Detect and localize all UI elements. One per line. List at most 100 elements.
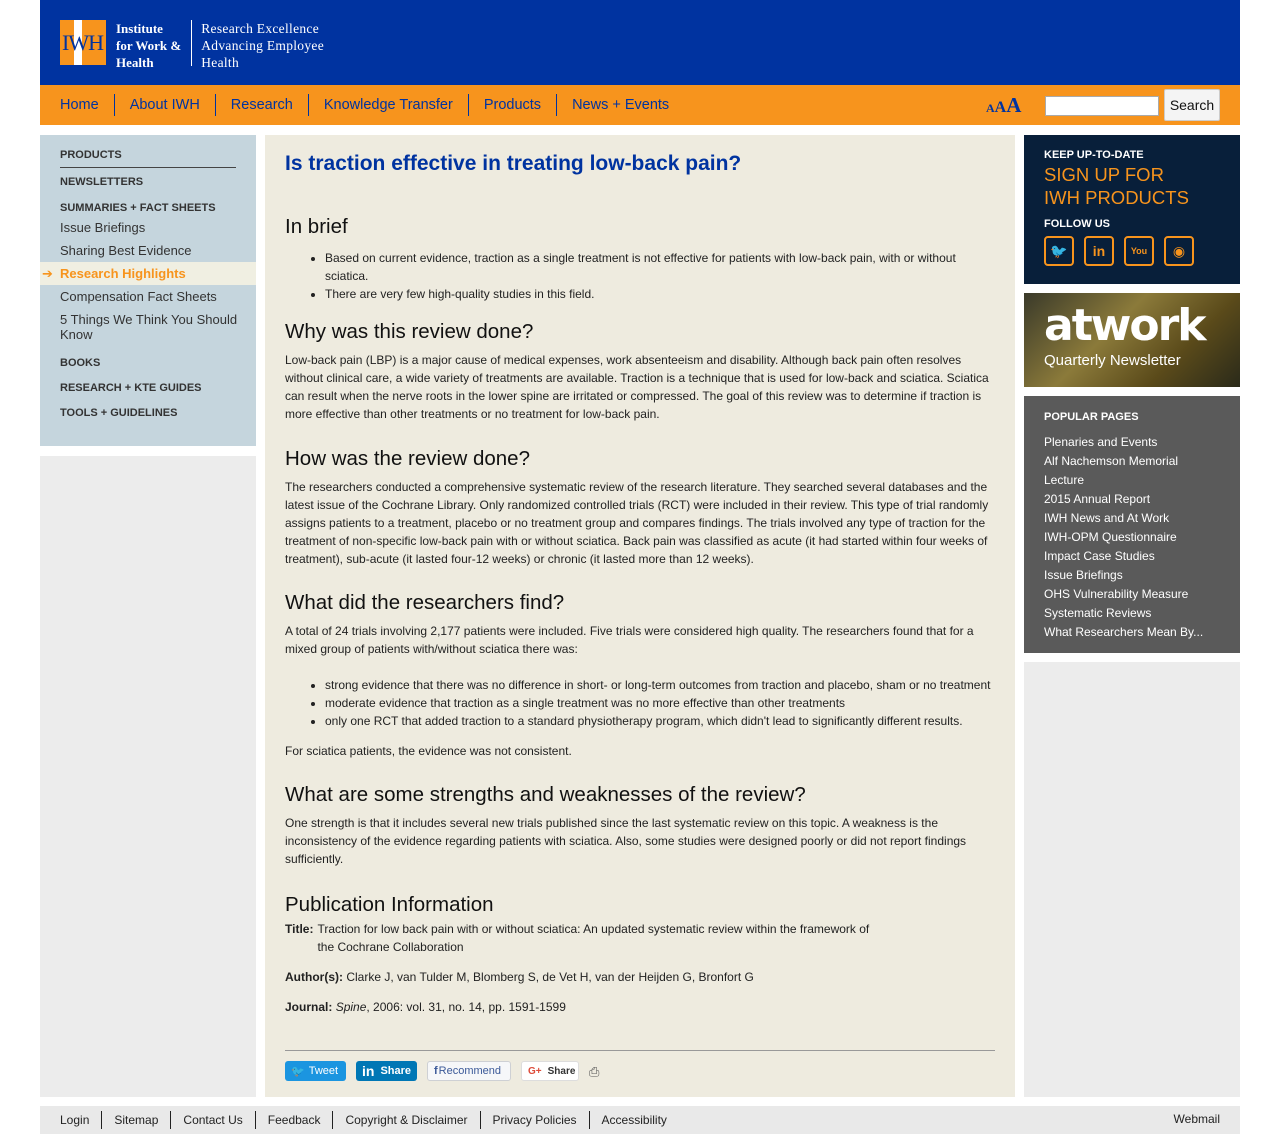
nav-research-highlights[interactable]: ➔ Research Highlights bbox=[40, 262, 256, 285]
nav-newsletters[interactable]: NEWSLETTERS bbox=[40, 176, 256, 188]
publication-title-row: Title: Traction for low back pain with o… bbox=[285, 920, 995, 956]
publication-journal-row: Journal: Spine, 2006: vol. 31, no. 14, p… bbox=[285, 998, 995, 1016]
pub-author-label: Author(s): bbox=[285, 970, 343, 984]
google-plus-share-button[interactable]: G+ Share bbox=[521, 1061, 579, 1081]
pub-title-label: Title: bbox=[285, 922, 314, 936]
nav-about-iwh[interactable]: About IWH bbox=[113, 94, 215, 116]
font-size-controls: AAA bbox=[986, 93, 1021, 118]
linkedin-icon[interactable]: in bbox=[1084, 236, 1114, 266]
popular-link-issue-briefings[interactable]: Issue Briefings bbox=[1044, 566, 1220, 585]
pub-authors: Clarke J, van Tulder M, Blomberg S, de V… bbox=[346, 970, 754, 984]
page-title: Is traction effective in treating low-ba… bbox=[285, 152, 742, 175]
find-paragraph: A total of 24 trials involving 2,177 pat… bbox=[285, 624, 974, 656]
list-item: Based on current evidence, traction as a… bbox=[325, 249, 995, 285]
nav-knowledge-transfer[interactable]: Knowledge Transfer bbox=[307, 94, 468, 116]
publication-heading: Publication Information bbox=[285, 893, 494, 916]
facebook-icon: f bbox=[434, 1065, 438, 1077]
in-brief-heading: In brief bbox=[285, 215, 348, 238]
iwh-logo[interactable]: IWH Institute for Work & Health Research… bbox=[60, 20, 324, 71]
arrow-right-icon: ➔ bbox=[42, 266, 53, 281]
nav-sharing-best-evidence[interactable]: Sharing Best Evidence bbox=[40, 243, 256, 258]
products-nav: PRODUCTS NEWSLETTERS SUMMARIES + FACT SH… bbox=[40, 135, 256, 446]
linkedin-icon: in bbox=[362, 1063, 375, 1079]
nav-research[interactable]: Research bbox=[214, 94, 308, 116]
nav-books[interactable]: BOOKS bbox=[40, 357, 256, 369]
popular-link-systematic[interactable]: Systematic Reviews bbox=[1044, 604, 1220, 623]
share-bar: 🐦 Tweet in Share f Recommend G+ Share ⎙ bbox=[285, 1061, 605, 1081]
at-work-subtitle: Quarterly Newsletter bbox=[1044, 352, 1181, 369]
keep-up-label: KEEP UP-TO-DATE bbox=[1044, 149, 1144, 161]
tweet-button[interactable]: 🐦 Tweet bbox=[285, 1061, 346, 1081]
footer-privacy[interactable]: Privacy Policies bbox=[479, 1111, 589, 1129]
nav-issue-briefings[interactable]: Issue Briefings bbox=[40, 220, 256, 235]
logo-name: Institute for Work & Health bbox=[116, 21, 182, 70]
popular-pages-heading: POPULAR PAGES bbox=[1044, 411, 1139, 423]
logo-divider bbox=[191, 20, 193, 66]
search-input[interactable] bbox=[1045, 96, 1159, 116]
footer-contact[interactable]: Contact Us bbox=[170, 1111, 254, 1129]
popular-link-plenaries[interactable]: Plenaries and Events bbox=[1044, 433, 1220, 452]
footer-accessibility[interactable]: Accessibility bbox=[588, 1111, 679, 1129]
site-header: IWH Institute for Work & Health Research… bbox=[40, 0, 1240, 85]
nav-research-kte-guides[interactable]: RESEARCH + KTE GUIDES bbox=[40, 382, 256, 394]
nav-products-heading[interactable]: PRODUCTS bbox=[40, 149, 256, 161]
popular-link-opm[interactable]: IWH-OPM Questionnaire bbox=[1044, 528, 1220, 547]
popular-link-annual-report[interactable]: 2015 Annual Report bbox=[1044, 490, 1220, 509]
why-heading: Why was this review done? bbox=[285, 320, 534, 343]
footer-copyright[interactable]: Copyright & Disclaimer bbox=[332, 1111, 479, 1129]
nav-5-things[interactable]: 5 Things We Think You Should Know bbox=[40, 312, 256, 342]
popular-pages: POPULAR PAGES Plenaries and Events Alf N… bbox=[1024, 396, 1240, 653]
find-after-paragraph: For sciatica patients, the evidence was … bbox=[285, 744, 572, 758]
footer-webmail[interactable]: Webmail bbox=[1174, 1112, 1220, 1126]
main-content: Is traction effective in treating low-ba… bbox=[265, 135, 1015, 1097]
nav-tools-guidelines[interactable]: TOOLS + GUIDELINES bbox=[40, 407, 256, 419]
popular-link-researchers-mean[interactable]: What Researchers Mean By... bbox=[1044, 623, 1220, 642]
pub-journal-name: Spine bbox=[335, 1000, 367, 1014]
right-filler bbox=[1024, 662, 1240, 1097]
list-item: strong evidence that there was no differ… bbox=[325, 676, 995, 694]
linkedin-share-button[interactable]: in Share bbox=[356, 1061, 417, 1081]
signup-link[interactable]: SIGN UP FOR IWH PRODUCTS bbox=[1044, 163, 1220, 209]
strengths-heading: What are some strengths and weaknesses o… bbox=[285, 783, 806, 806]
nav-compensation-fact-sheets[interactable]: Compensation Fact Sheets bbox=[40, 289, 256, 304]
footer-feedback[interactable]: Feedback bbox=[254, 1111, 333, 1129]
footer-links: Login Sitemap Contact Us Feedback Copyri… bbox=[60, 1106, 679, 1134]
find-list: strong evidence that there was no differ… bbox=[325, 676, 995, 730]
twitter-icon[interactable]: 🐦 bbox=[1044, 236, 1074, 266]
font-small-button[interactable]: A bbox=[986, 101, 995, 116]
nav-news-events[interactable]: News + Events bbox=[556, 94, 684, 116]
share-divider bbox=[285, 1050, 995, 1051]
rss-icon[interactable]: ◉ bbox=[1164, 236, 1194, 266]
youtube-icon[interactable]: You bbox=[1124, 236, 1154, 266]
site-footer: Login Sitemap Contact Us Feedback Copyri… bbox=[40, 1106, 1240, 1134]
nav-divider bbox=[60, 167, 236, 168]
pub-journal-details: , 2006: vol. 31, no. 14, pp. 1591-1599 bbox=[366, 1000, 566, 1014]
font-large-button[interactable]: A bbox=[1006, 93, 1021, 118]
logo-mark: IWH bbox=[60, 20, 106, 65]
facebook-recommend-button[interactable]: f Recommend bbox=[427, 1061, 511, 1081]
popular-link-ohs[interactable]: OHS Vulnerability Measure bbox=[1044, 585, 1220, 604]
popular-link-news-at-work[interactable]: IWH News and At Work bbox=[1044, 509, 1220, 528]
nav-products[interactable]: Products bbox=[467, 94, 556, 116]
font-medium-button[interactable]: A bbox=[995, 99, 1007, 117]
nav-home[interactable]: Home bbox=[60, 94, 114, 116]
popular-link-impact[interactable]: Impact Case Studies bbox=[1044, 547, 1220, 566]
pub-title-value: Traction for low back pain with or witho… bbox=[317, 922, 870, 954]
print-icon[interactable]: ⎙ bbox=[589, 1064, 605, 1079]
search-button[interactable]: Search bbox=[1164, 89, 1220, 121]
popular-link-nachemson[interactable]: Alf Nachemson Memorial Lecture bbox=[1044, 452, 1220, 490]
follow-label: FOLLOW US bbox=[1044, 218, 1110, 230]
nav-summaries-fact-sheets[interactable]: SUMMARIES + FACT SHEETS bbox=[40, 202, 256, 214]
footer-login[interactable]: Login bbox=[60, 1111, 101, 1129]
logo-tagline: Research Excellence Advancing Employee H… bbox=[201, 21, 324, 70]
twitter-icon: 🐦 bbox=[291, 1065, 305, 1078]
left-filler bbox=[40, 456, 256, 1097]
at-work-banner[interactable]: atwork Quarterly Newsletter bbox=[1024, 293, 1240, 387]
left-sidebar: PRODUCTS NEWSLETTERS SUMMARIES + FACT SH… bbox=[40, 135, 256, 1097]
pub-journal-label: Journal: bbox=[285, 1000, 333, 1014]
find-heading: What did the researchers find? bbox=[285, 591, 565, 614]
main-nav: Home About IWH Research Knowledge Transf… bbox=[40, 85, 1240, 125]
how-paragraph: The researchers conducted a comprehensiv… bbox=[285, 480, 989, 566]
footer-sitemap[interactable]: Sitemap bbox=[101, 1111, 170, 1129]
at-work-logo: atwork bbox=[1044, 300, 1207, 351]
